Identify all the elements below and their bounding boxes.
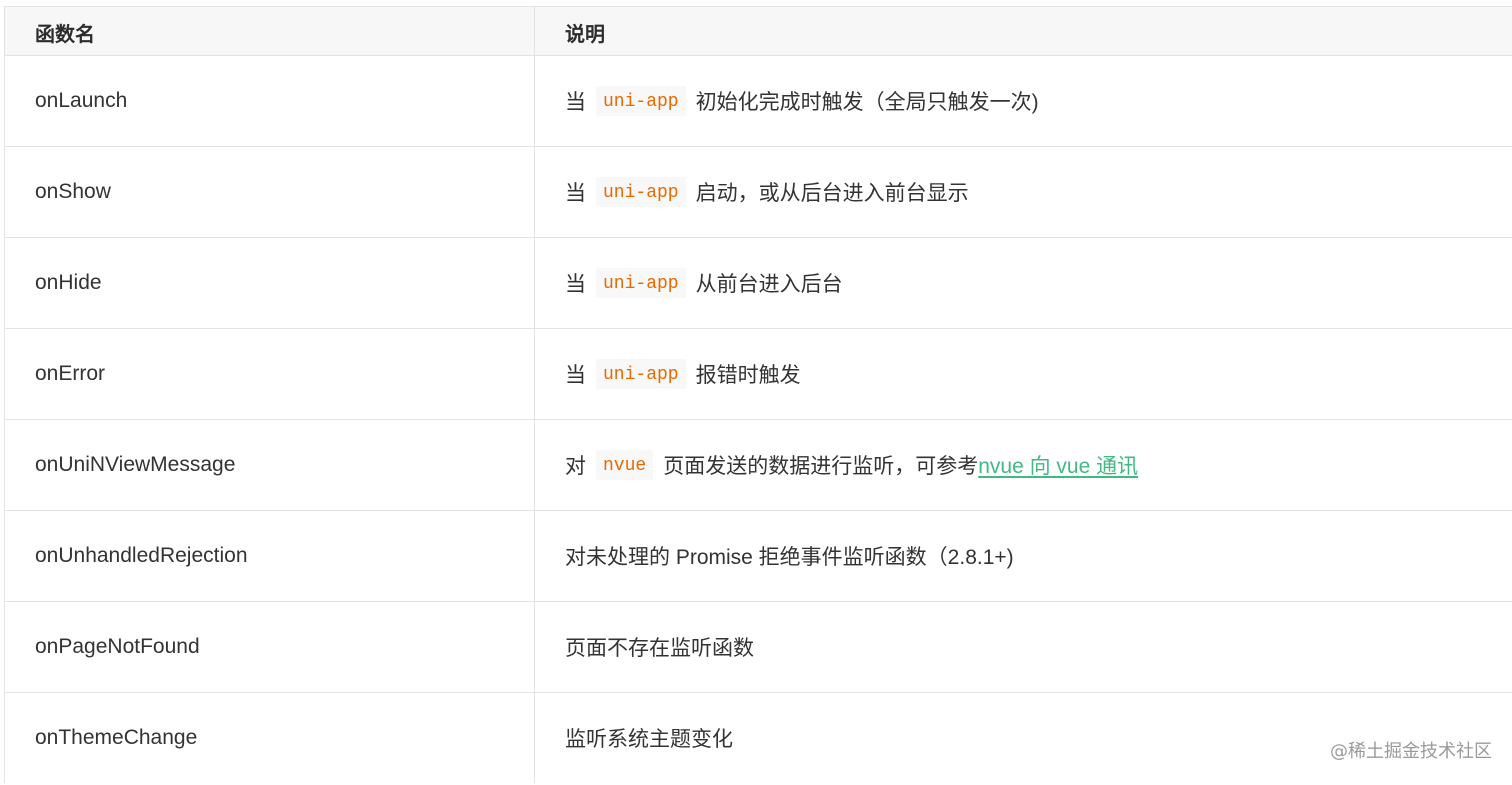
desc-text: 页面发送的数据进行监听，可参考 [663, 455, 979, 478]
function-name: onError [5, 329, 535, 419]
inline-code: uni-app [596, 177, 686, 207]
table-row: onUnhandledRejection 对未处理的 Promise 拒绝事件监… [5, 511, 1512, 602]
desc-text: 初始化完成时触发（全局只触发一次) [695, 91, 1039, 114]
function-name: onShow [5, 147, 535, 237]
header-function-name: 函数名 [5, 7, 535, 55]
table-row: onError 当 uni-app 报错时触发 [5, 329, 1512, 420]
desc-text: 报错时触发 [695, 364, 801, 387]
function-name: onPageNotFound [5, 602, 535, 692]
header-description: 说明 [565, 23, 605, 46]
desc-text: 从前台进入后台 [695, 273, 843, 296]
table-row: onThemeChange 监听系统主题变化 [5, 693, 1512, 783]
function-description: 对 nvue 页面发送的数据进行监听，可参考 nvue 向 vue 通讯 [535, 420, 1512, 510]
inline-code: uni-app [596, 359, 686, 389]
desc-prefix: 对 [565, 455, 586, 478]
desc-prefix: 当 [565, 182, 586, 205]
function-description: 当 uni-app 启动，或从后台进入前台显示 [535, 147, 1512, 237]
function-description: 当 uni-app 从前台进入后台 [535, 238, 1512, 328]
table-row: onShow 当 uni-app 启动，或从后台进入前台显示 [5, 147, 1512, 238]
function-description: 页面不存在监听函数 [565, 637, 754, 660]
desc-prefix: 当 [565, 364, 586, 387]
desc-prefix: 当 [565, 273, 586, 296]
desc-prefix: 当 [565, 91, 586, 114]
table-row: onLaunch 当 uni-app 初始化完成时触发（全局只触发一次) [5, 56, 1512, 147]
table-header-row: 函数名 说明 [5, 7, 1512, 56]
inline-code: uni-app [596, 268, 686, 298]
table-row: onHide 当 uni-app 从前台进入后台 [5, 238, 1512, 329]
function-description: 当 uni-app 报错时触发 [535, 329, 1512, 419]
lifecycle-table: 函数名 说明 onLaunch 当 uni-app 初始化完成时触发（全局只触发… [4, 6, 1512, 783]
table-row: onPageNotFound 页面不存在监听函数 [5, 602, 1512, 693]
function-name: onLaunch [5, 56, 535, 146]
function-description: 对未处理的 Promise 拒绝事件监听函数（2.8.1+) [565, 546, 1014, 569]
table-row: onUniNViewMessage 对 nvue 页面发送的数据进行监听，可参考… [5, 420, 1512, 511]
function-name: onUniNViewMessage [5, 420, 535, 510]
inline-code: uni-app [596, 86, 686, 116]
function-name: onUnhandledRejection [5, 511, 535, 601]
function-name: onHide [5, 238, 535, 328]
watermark: @稀土掘金技术社区 [1330, 741, 1492, 762]
desc-text: 启动，或从后台进入前台显示 [695, 182, 969, 205]
function-description: 当 uni-app 初始化完成时触发（全局只触发一次) [535, 56, 1512, 146]
nvue-vue-communication-link[interactable]: nvue 向 vue 通讯 [978, 450, 1138, 480]
inline-code: nvue [596, 450, 654, 480]
function-name: onThemeChange [5, 693, 535, 783]
